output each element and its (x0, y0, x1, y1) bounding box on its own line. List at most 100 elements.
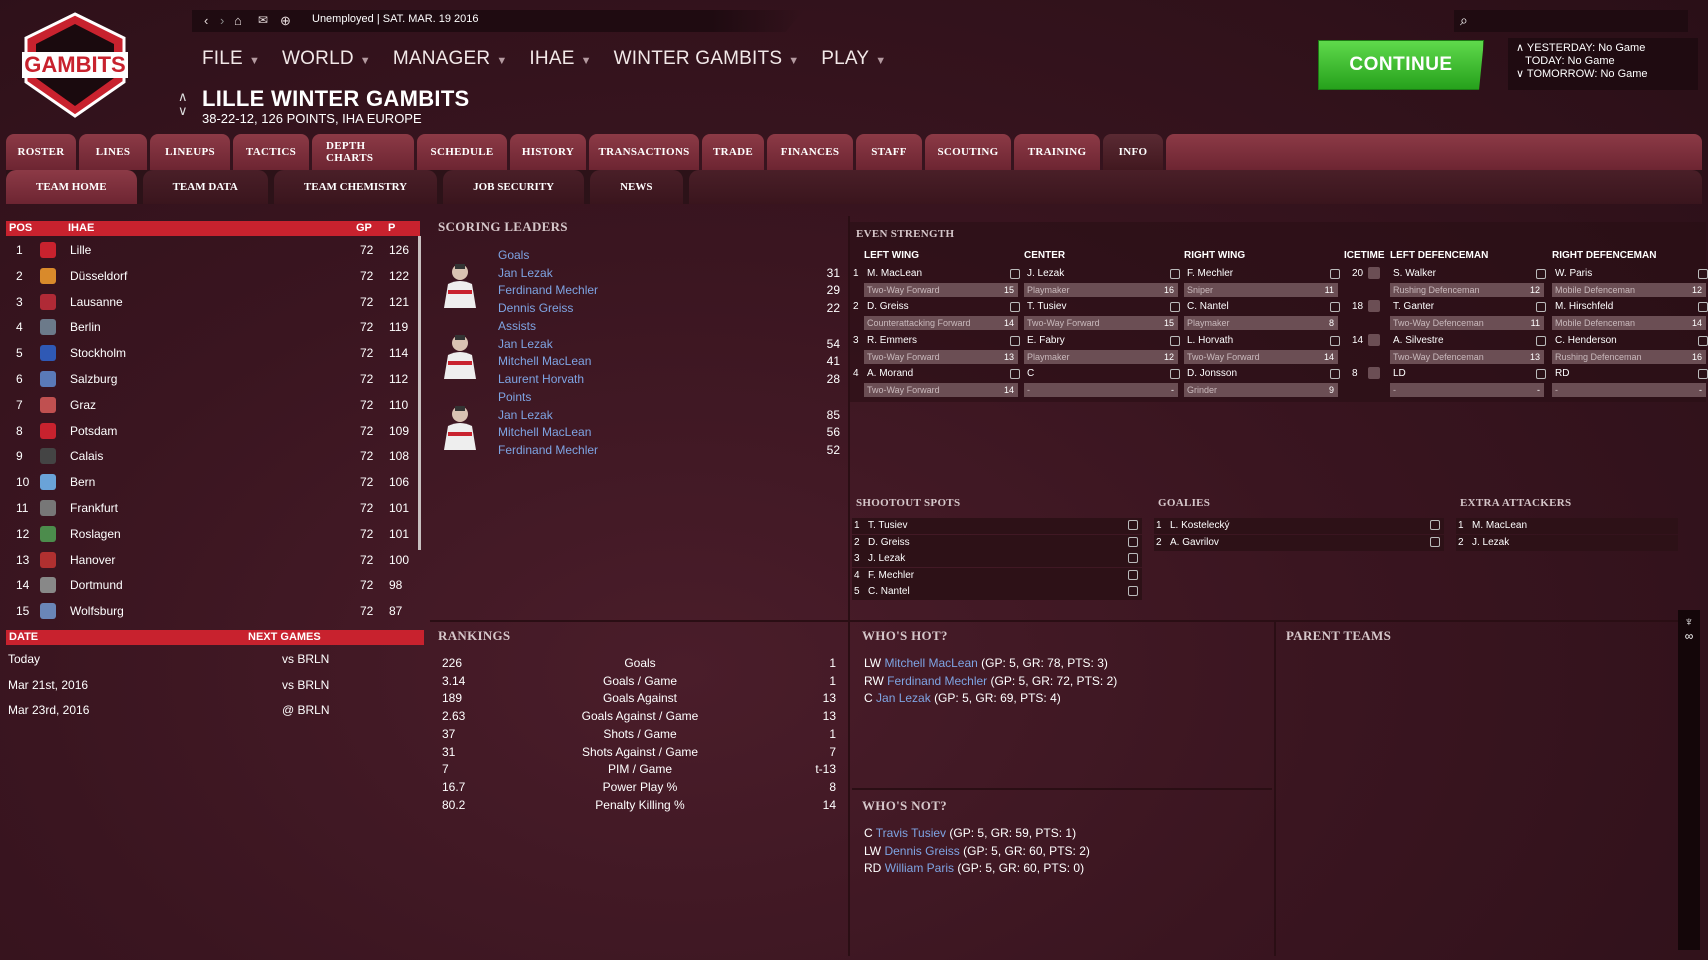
player-link[interactable]: William Paris (885, 861, 954, 875)
line-player[interactable]: T. Ganter (1393, 301, 1434, 312)
table-row[interactable]: 10 Bern 72 106 (6, 469, 418, 495)
leader-player-link[interactable]: Ferdinand Mechler (498, 283, 598, 297)
line-player[interactable]: C. Nantel (1187, 301, 1229, 312)
line-checkbox[interactable] (1698, 302, 1708, 313)
list-item[interactable]: 5 C. Nantel (852, 584, 1142, 601)
list-item[interactable]: Mar 21st, 2016 vs BRLN (6, 674, 420, 699)
line-player[interactable]: E. Fabry (1027, 335, 1065, 346)
line-player[interactable]: W. Paris (1555, 268, 1592, 279)
line-checkbox[interactable] (1170, 302, 1180, 313)
list-item[interactable]: Today vs BRLN (6, 648, 420, 673)
player-link[interactable]: Ferdinand Mechler (887, 674, 987, 688)
menu-winter-gambits[interactable]: WINTER GAMBITS ▼ (614, 48, 800, 70)
line-player[interactable]: D. Jonsson (1187, 368, 1237, 379)
line-checkbox[interactable] (1330, 302, 1340, 313)
line-checkbox[interactable] (1170, 335, 1180, 346)
leader-player-link[interactable]: Mitchell MacLean (498, 354, 591, 368)
leader-player-link[interactable]: Ferdinand Mechler (498, 443, 598, 457)
line-checkbox[interactable] (1536, 269, 1546, 279)
table-row[interactable]: 7 Graz 72 110 (6, 392, 418, 418)
line-checkbox[interactable] (1536, 302, 1546, 313)
line-player[interactable]: C (1027, 368, 1034, 379)
line-player[interactable]: RD (1555, 368, 1569, 379)
line-player[interactable]: T. Tusiev (1027, 301, 1066, 312)
table-row[interactable]: 1 Lille 72 126 (6, 237, 418, 263)
continue-button[interactable]: CONTINUE (1318, 40, 1484, 90)
line-player[interactable]: J. Lezak (1027, 268, 1064, 279)
list-item[interactable]: 2 J. Lezak (1456, 534, 1678, 551)
slot-checkbox[interactable] (1128, 520, 1138, 530)
home-icon[interactable]: ⌂ (234, 13, 242, 28)
line-player[interactable]: M. Hirschfeld (1555, 301, 1613, 312)
list-item[interactable]: Mar 23rd, 2016 @ BRLN (6, 699, 420, 724)
tab-lines[interactable]: LINES (79, 134, 147, 170)
menu-world[interactable]: WORLD ▼ (282, 48, 371, 70)
line-player[interactable]: LD (1393, 368, 1406, 379)
col-pos[interactable]: POS (9, 222, 32, 234)
line-checkbox[interactable] (1330, 335, 1340, 346)
standings-scrollbar[interactable] (418, 236, 421, 550)
line-checkbox[interactable] (1536, 335, 1546, 346)
table-row[interactable]: 9 Calais 72 108 (6, 443, 418, 469)
line-player[interactable]: A. Morand (867, 368, 913, 379)
leader-player-link[interactable]: Jan Lezak (498, 408, 553, 422)
line-player[interactable]: D. Greiss (867, 301, 909, 312)
leader-player-link[interactable]: Jan Lezak (498, 337, 553, 351)
col-league[interactable]: IHAE (68, 222, 94, 234)
leader-player-link[interactable]: Laurent Horvath (498, 372, 584, 386)
player-link[interactable]: Mitchell MacLean (884, 656, 977, 670)
line-checkbox[interactable] (1010, 335, 1020, 346)
globe-icon[interactable]: ⊕ (280, 13, 291, 29)
line-checkbox[interactable] (1170, 368, 1180, 379)
menu-manager[interactable]: MANAGER ▼ (393, 48, 508, 70)
table-row[interactable]: 13 Hanover 72 100 (6, 547, 418, 573)
tab-lineups[interactable]: LINEUPS (150, 134, 230, 170)
table-row[interactable]: 3 Lausanne 72 121 (6, 289, 418, 315)
line-player[interactable]: L. Horvath (1187, 335, 1233, 346)
line-checkbox[interactable] (1010, 269, 1020, 279)
line-checkbox[interactable] (1170, 269, 1180, 279)
tab-history[interactable]: HISTORY (510, 134, 586, 170)
line-player[interactable]: F. Mechler (1187, 268, 1233, 279)
trophy-icon[interactable]: ♆ (1678, 614, 1700, 629)
list-item[interactable]: 1 M. MacLean (1456, 518, 1678, 534)
subtab-news[interactable]: NEWS (590, 170, 683, 204)
list-item[interactable]: 2 A. Gavrilov (1154, 534, 1444, 551)
line-player[interactable]: A. Silvestre (1393, 335, 1444, 346)
menu-play[interactable]: PLAY ▼ (821, 48, 886, 70)
leader-player-link[interactable]: Jan Lezak (498, 266, 553, 280)
list-item[interactable]: 2 D. Greiss (852, 534, 1142, 551)
subtab-job-security[interactable]: JOB SECURITY (443, 170, 585, 204)
tab-finances[interactable]: FINANCES (767, 134, 853, 170)
menu-ihae[interactable]: IHAE ▼ (529, 48, 591, 70)
back-icon[interactable]: ‹ (204, 13, 208, 28)
tab-staff[interactable]: STAFF (856, 134, 922, 170)
subtab-team-data[interactable]: TEAM DATA (142, 170, 268, 204)
slot-checkbox[interactable] (1128, 569, 1138, 580)
tab-trade[interactable]: TRADE (702, 134, 764, 170)
leader-player-link[interactable]: Mitchell MacLean (498, 425, 591, 439)
list-item[interactable]: 4 F. Mechler (852, 567, 1142, 584)
table-row[interactable]: 15 Wolfsburg 72 87 (6, 598, 418, 624)
icetime-dropdown[interactable] (1368, 300, 1380, 313)
team-switch-arrows[interactable]: ∧ ∨ (178, 90, 188, 118)
player-link[interactable]: Jan Lezak (876, 691, 931, 705)
subtab-team-chemistry[interactable]: TEAM CHEMISTRY (273, 170, 438, 204)
slot-checkbox[interactable] (1128, 536, 1138, 547)
line-checkbox[interactable] (1330, 269, 1340, 279)
forward-icon[interactable]: › (220, 13, 224, 28)
mail-icon[interactable]: ✉ (258, 13, 268, 27)
line-player[interactable]: R. Emmers (867, 335, 917, 346)
tab-info[interactable]: INFO (1103, 134, 1163, 170)
tab-transactions[interactable]: TRANSACTIONS (589, 134, 699, 170)
goalie-checkbox[interactable] (1430, 520, 1440, 530)
list-item[interactable]: 3 J. Lezak (852, 551, 1142, 568)
tab-training[interactable]: TRAINING (1014, 134, 1100, 170)
search-icon[interactable]: ⌕ (1460, 12, 1468, 29)
team-logo[interactable]: GAMBITS (16, 12, 134, 120)
tab-schedule[interactable]: SCHEDULE (417, 134, 507, 170)
table-row[interactable]: 4 Berlin 72 119 (6, 314, 418, 340)
col-points[interactable]: P (388, 222, 395, 234)
player-link[interactable]: Travis Tusiev (876, 826, 946, 840)
slot-checkbox[interactable] (1128, 586, 1138, 597)
